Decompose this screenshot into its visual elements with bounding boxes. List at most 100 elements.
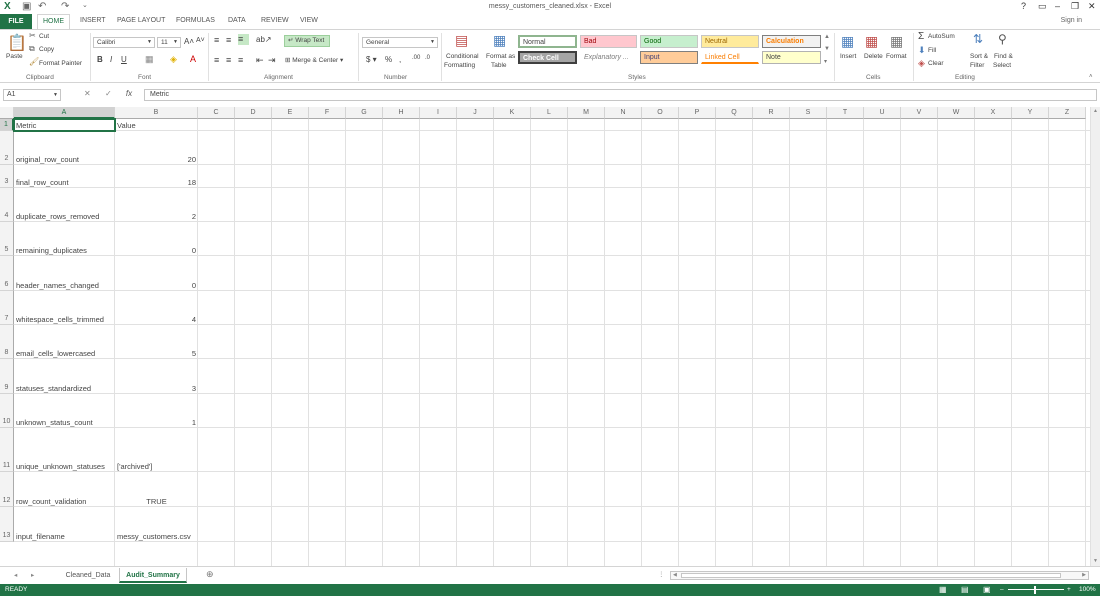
cell-b13[interactable]: messy_customers.csv xyxy=(115,532,198,541)
orientation-icon[interactable]: ab↗ xyxy=(256,35,272,44)
tab-insert[interactable]: INSERT xyxy=(80,17,106,24)
cell-b10[interactable]: 1 xyxy=(115,418,198,427)
percent-icon[interactable]: % xyxy=(385,55,392,64)
column-header-t[interactable]: T xyxy=(827,107,864,119)
cell-a9[interactable]: statuses_standardized xyxy=(14,384,115,393)
cell-b8[interactable]: 5 xyxy=(115,349,198,358)
currency-icon[interactable]: $ ▾ xyxy=(366,55,377,64)
format-painter-button[interactable]: Format Painter xyxy=(39,60,82,67)
increase-indent-icon[interactable]: ⇥ xyxy=(268,55,276,66)
cell-a13[interactable]: input_filename xyxy=(14,532,115,541)
cell-a6[interactable]: header_names_changed xyxy=(14,281,115,290)
cell-a11[interactable]: unique_unknown_statuses xyxy=(14,462,115,471)
next-sheet-icon[interactable]: ▸ xyxy=(31,571,34,579)
cell-a8[interactable]: email_cells_lowercased xyxy=(14,349,115,358)
row-header-9[interactable]: 9 xyxy=(0,359,14,394)
italic-icon[interactable]: I xyxy=(110,55,112,64)
tab-view[interactable]: VIEW xyxy=(300,17,318,24)
cell-b11[interactable]: ['archived'] xyxy=(115,462,198,471)
sort-filter-label[interactable]: Sort & xyxy=(970,53,988,60)
style-input[interactable]: Input xyxy=(640,51,698,64)
style-check-cell[interactable]: Check Cell xyxy=(518,51,577,64)
sign-in-link[interactable]: Sign in xyxy=(1061,17,1082,24)
style-linked-cell[interactable]: Linked Cell xyxy=(701,51,759,64)
format-as-table-label-2[interactable]: Table xyxy=(491,62,507,69)
conditional-formatting-label-2[interactable]: Formatting xyxy=(444,62,475,69)
column-header-h[interactable]: H xyxy=(383,107,420,119)
clear-icon[interactable]: ◈ xyxy=(918,58,925,69)
column-header-d[interactable]: D xyxy=(235,107,272,119)
find-select-label[interactable]: Find & xyxy=(994,53,1013,60)
column-header-j[interactable]: J xyxy=(457,107,494,119)
merge-center-button[interactable]: ⊞ Merge & Center ▾ xyxy=(285,56,343,64)
cell-b7[interactable]: 4 xyxy=(115,315,198,324)
style-neutral[interactable]: Neutral xyxy=(701,35,759,48)
row-header-3[interactable]: 3 xyxy=(0,165,14,188)
bold-icon[interactable]: B xyxy=(97,55,103,64)
sort-filter-label-2[interactable]: Filter xyxy=(970,62,984,69)
tab-file[interactable]: FILE xyxy=(0,14,32,29)
cancel-icon[interactable]: ✕ xyxy=(84,89,91,98)
zoom-in-icon[interactable]: + xyxy=(1067,584,1071,596)
page-break-view-icon[interactable]: ▣ xyxy=(983,584,991,596)
style-bad[interactable]: Bad xyxy=(580,35,637,48)
column-header-l[interactable]: L xyxy=(531,107,568,119)
row-header-10[interactable]: 10 xyxy=(0,394,14,428)
font-color-icon[interactable]: A xyxy=(190,54,196,64)
cell-a10[interactable]: unknown_status_count xyxy=(14,418,115,427)
styles-scroll-down-icon[interactable]: ▼ xyxy=(824,46,830,52)
cell-b2[interactable]: 20 xyxy=(115,155,198,164)
scroll-left-icon[interactable]: ◀ xyxy=(673,572,677,578)
scroll-up-icon[interactable]: ▲ xyxy=(1093,108,1098,114)
select-all-corner[interactable] xyxy=(0,107,14,119)
column-header-o[interactable]: O xyxy=(642,107,679,119)
row-header-4[interactable]: 4 xyxy=(0,188,14,222)
decrease-font-icon[interactable]: A˅ xyxy=(196,37,205,44)
format-cells-button[interactable]: Format xyxy=(886,53,907,60)
ribbon-display-icon[interactable]: ▭ xyxy=(1038,1,1047,12)
align-right-icon[interactable]: ≡ xyxy=(238,55,243,65)
collapse-ribbon-icon[interactable]: ˄ xyxy=(1089,74,1093,80)
comma-icon[interactable]: , xyxy=(399,55,401,64)
zoom-level[interactable]: 100% xyxy=(1079,584,1096,596)
zoom-slider[interactable] xyxy=(1008,589,1064,590)
column-header-p[interactable]: P xyxy=(679,107,716,119)
font-name-select[interactable]: Calibri ▼ xyxy=(93,37,155,48)
fill-color-icon[interactable]: ◈ xyxy=(170,54,177,65)
minimize-icon[interactable]: – xyxy=(1055,1,1060,11)
tab-page-layout[interactable]: PAGE LAYOUT xyxy=(117,17,165,24)
wrap-text-button[interactable]: ↵ Wrap Text xyxy=(284,35,330,47)
format-as-table-icon[interactable]: ▦ xyxy=(493,32,506,49)
copy-icon[interactable]: ⧉ xyxy=(29,44,35,54)
find-select-label-2[interactable]: Select xyxy=(993,62,1011,69)
fill-icon[interactable]: ⬇ xyxy=(918,45,926,56)
cell-b4[interactable]: 2 xyxy=(115,212,198,221)
style-note[interactable]: Note xyxy=(762,51,821,64)
style-explanatory[interactable]: Explanatory ... xyxy=(580,51,637,64)
increase-font-icon[interactable]: A˄ xyxy=(184,37,194,46)
autosum-icon[interactable]: Σ xyxy=(918,31,924,42)
row-header-1[interactable]: 1 xyxy=(0,119,14,131)
cell-b3[interactable]: 18 xyxy=(115,178,198,187)
conditional-formatting-label[interactable]: Conditional xyxy=(446,53,479,60)
normal-view-icon[interactable]: ▦ xyxy=(939,584,947,596)
delete-cells-icon[interactable]: ▦ xyxy=(865,33,878,50)
cell-b12[interactable]: TRUE xyxy=(115,497,198,506)
autosum-button[interactable]: AutoSum xyxy=(928,33,955,40)
cell-b9[interactable]: 3 xyxy=(115,384,198,393)
help-icon[interactable]: ? xyxy=(1021,1,1026,11)
increase-decimal-icon[interactable]: .00 xyxy=(412,55,420,61)
borders-icon[interactable]: ▦ xyxy=(145,54,154,65)
row-header-2[interactable]: 2 xyxy=(0,131,14,165)
format-as-table-label[interactable]: Format as xyxy=(486,53,515,60)
name-box-dropdown-icon[interactable]: ▼ xyxy=(53,90,58,100)
style-good[interactable]: Good xyxy=(640,35,698,48)
styles-more-icon[interactable]: ▾ xyxy=(824,58,827,65)
column-header-c[interactable]: C xyxy=(198,107,235,119)
name-box[interactable]: A1 ▼ xyxy=(3,89,61,101)
cut-icon[interactable]: ✂ xyxy=(29,31,36,40)
style-calculation[interactable]: Calculation xyxy=(762,35,821,48)
cell-b6[interactable]: 0 xyxy=(115,281,198,290)
cell-b5[interactable]: 0 xyxy=(115,246,198,255)
row-header-6[interactable]: 6 xyxy=(0,256,14,291)
